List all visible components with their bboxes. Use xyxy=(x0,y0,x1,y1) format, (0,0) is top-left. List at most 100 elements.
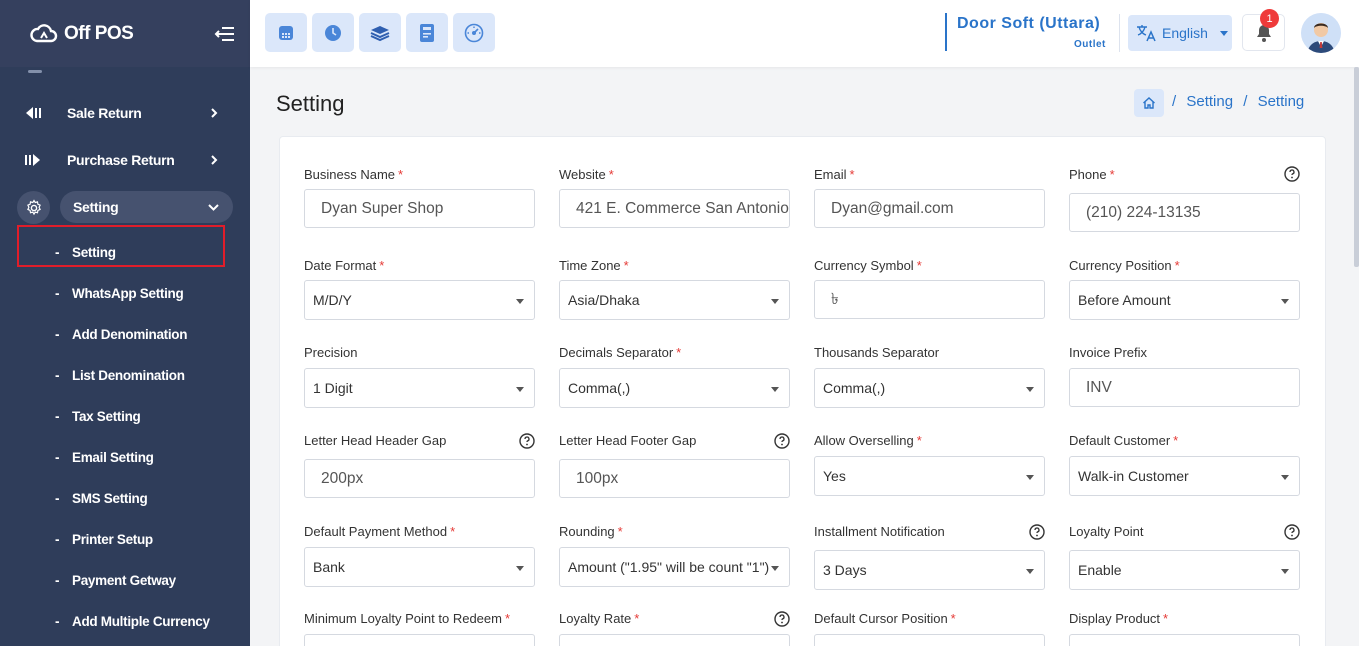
breadcrumb-separator: / xyxy=(1172,93,1177,110)
caret-down-icon xyxy=(1219,30,1228,36)
help-icon[interactable] xyxy=(519,433,535,449)
home-icon xyxy=(1143,97,1155,109)
dash: - xyxy=(55,327,60,342)
loyalty-point-select[interactable]: Enable xyxy=(1069,550,1300,590)
help-icon[interactable] xyxy=(1284,166,1300,182)
clock-button[interactable] xyxy=(312,13,354,52)
submenu-label: WhatsApp Setting xyxy=(72,286,184,301)
submenu-item-add-multiple-currency[interactable]: - Add Multiple Currency xyxy=(0,607,250,637)
select-value: Amount ("1.95" will be count "1") xyxy=(568,559,770,575)
submenu-item-list-denomination[interactable]: - List Denomination xyxy=(0,361,250,391)
outlet-label: Outlet xyxy=(1074,39,1106,50)
select-value: 3 Days xyxy=(823,562,867,578)
help-icon[interactable] xyxy=(1029,524,1045,540)
business-name-input[interactable]: Dyan Super Shop xyxy=(304,189,535,228)
installment-notification-label: Installment Notification xyxy=(814,524,945,539)
default-customer-label: Default Customer * xyxy=(1069,433,1179,448)
language-label: English xyxy=(1162,25,1208,41)
collapse-menu-icon[interactable] xyxy=(214,23,236,45)
minimum-loyalty-point-label: Minimum Loyalty Point to Redeem * xyxy=(304,611,511,626)
letter-head-header-gap-input[interactable]: 200px xyxy=(304,459,535,498)
dashboard-button[interactable] xyxy=(453,13,495,52)
submenu-label: SMS Setting xyxy=(72,491,148,506)
avatar[interactable] xyxy=(1301,13,1341,53)
rounding-label: Rounding * xyxy=(559,524,623,539)
breadcrumb-home-button[interactable] xyxy=(1134,89,1164,117)
dash: - xyxy=(55,286,60,301)
sidebar: Off POS Sale Return Purchase Return Sett… xyxy=(0,0,250,646)
caret-down-icon xyxy=(1026,569,1034,574)
email-input[interactable]: Dyan@gmail.com xyxy=(814,189,1045,228)
select-value: Comma(,) xyxy=(568,380,631,396)
default-cursor-position-select[interactable] xyxy=(814,634,1045,646)
setting-gear-button[interactable] xyxy=(17,191,50,224)
currency-symbol-input[interactable]: ৳ xyxy=(814,280,1045,319)
submenu-label: List Denomination xyxy=(72,368,185,383)
thousands-separator-label: Thousands Separator xyxy=(814,345,940,360)
gear-icon xyxy=(26,198,41,215)
submenu-label: Add Multiple Currency xyxy=(72,614,210,629)
calculator-button[interactable] xyxy=(406,13,448,52)
help-icon[interactable] xyxy=(1284,524,1300,540)
submenu-item-whatsapp-setting[interactable]: - WhatsApp Setting xyxy=(0,279,250,309)
sidebar-item-label: Purchase Return xyxy=(67,152,175,168)
logo[interactable]: Off POS xyxy=(30,22,134,46)
sidebar-setting-label: Setting xyxy=(73,199,119,215)
submenu-item-payment-getway[interactable]: - Payment Getway xyxy=(0,566,250,596)
default-customer-select[interactable]: Walk-in Customer xyxy=(1069,456,1300,496)
outlet-divider xyxy=(945,13,947,51)
default-payment-method-select[interactable]: Bank xyxy=(304,547,535,587)
decimals-separator-select[interactable]: Comma(,) xyxy=(559,368,790,408)
decimals-separator-label: Decimals Separator * xyxy=(559,345,682,360)
date-format-label: Date Format * xyxy=(304,258,385,273)
allow-overselling-label: Allow Overselling * xyxy=(814,433,922,448)
thousands-separator-select[interactable]: Comma(,) xyxy=(814,368,1045,408)
help-icon[interactable] xyxy=(774,611,790,627)
breadcrumb-separator: / xyxy=(1243,93,1248,110)
installment-notification-select[interactable]: 3 Days xyxy=(814,550,1045,590)
invoice-prefix-input[interactable]: INV xyxy=(1069,368,1300,407)
email-label: Email * xyxy=(814,167,855,182)
chevron-down-icon[interactable] xyxy=(207,201,220,214)
help-icon[interactable] xyxy=(774,433,790,449)
dash: - xyxy=(55,491,60,506)
rounding-select[interactable]: Amount ("1.95" will be count "1") xyxy=(559,547,790,587)
layers-icon xyxy=(370,25,390,41)
date-format-select[interactable]: M/D/Y xyxy=(304,280,535,320)
dash: - xyxy=(55,573,60,588)
breadcrumb-link[interactable]: Setting xyxy=(1186,93,1233,110)
letter-head-footer-gap-input[interactable]: 100px xyxy=(559,459,790,498)
loyalty-rate-input[interactable] xyxy=(559,634,790,646)
caret-down-icon xyxy=(771,566,779,571)
outlet-name[interactable]: Door Soft (Uttara) xyxy=(957,15,1100,33)
submenu-item-sms-setting[interactable]: - SMS Setting xyxy=(0,484,250,514)
sidebar-item-purchase-return[interactable]: Purchase Return xyxy=(0,140,250,180)
precision-select[interactable]: 1 Digit xyxy=(304,368,535,408)
submenu-item-tax-setting[interactable]: - Tax Setting xyxy=(0,402,250,432)
currency-symbol-label: Currency Symbol * xyxy=(814,258,922,273)
minimum-loyalty-point-input[interactable] xyxy=(304,634,535,646)
sidebar-item-label: Sale Return xyxy=(67,105,142,121)
layers-button[interactable] xyxy=(359,13,401,52)
display-product-select[interactable] xyxy=(1069,634,1300,646)
sidebar-item-sale-return[interactable]: Sale Return xyxy=(0,93,250,133)
time-zone-select[interactable]: Asia/Dhaka xyxy=(559,280,790,320)
caret-down-icon xyxy=(516,566,524,571)
default-cursor-position-label: Default Cursor Position * xyxy=(814,611,956,626)
submenu-item-add-denomination[interactable]: - Add Denomination xyxy=(0,320,250,350)
allow-overselling-select[interactable]: Yes xyxy=(814,456,1045,496)
language-select[interactable]: English xyxy=(1128,15,1232,51)
breadcrumb-current: Setting xyxy=(1257,93,1305,110)
currency-position-select[interactable]: Before Amount xyxy=(1069,280,1300,320)
website-input[interactable]: 421 E. Commerce San Antonio xyxy=(559,189,790,228)
register-icon xyxy=(279,25,293,40)
phone-input[interactable]: (210) 224-13135 xyxy=(1069,193,1300,232)
default-payment-method-label: Default Payment Method * xyxy=(304,524,456,539)
pos-terminal-button[interactable] xyxy=(265,13,307,52)
submenu-item-printer-setup[interactable]: - Printer Setup xyxy=(0,525,250,555)
caret-down-icon xyxy=(516,387,524,392)
notification-badge: 1 xyxy=(1260,9,1279,28)
scrollbar-thumb[interactable] xyxy=(1354,67,1359,267)
select-value: Enable xyxy=(1078,562,1122,578)
submenu-item-email-setting[interactable]: - Email Setting xyxy=(0,443,250,473)
